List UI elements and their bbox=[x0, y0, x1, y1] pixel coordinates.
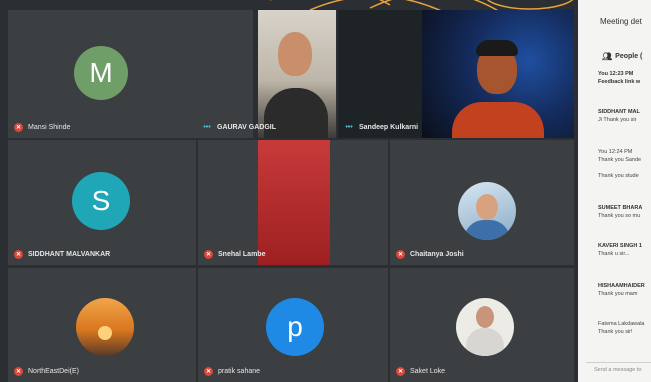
message-sender: HISHAAMHAIDER bbox=[598, 283, 645, 289]
participant-name-label: ✕ SIDDHANT MALVANKAR bbox=[14, 250, 110, 259]
chat-message: SUMEET BHARA Thank you so mu bbox=[598, 204, 651, 220]
speaking-icon: ••• bbox=[345, 124, 353, 131]
message-sender: You 12:24 PM bbox=[598, 149, 633, 155]
person-body bbox=[466, 328, 504, 356]
message-text: Ji Thank you sir bbox=[598, 117, 637, 123]
video-feed bbox=[258, 10, 336, 138]
people-tab[interactable]: 👥︎ People ( bbox=[602, 52, 642, 61]
people-icon: 👥︎ bbox=[602, 52, 613, 61]
video-feed bbox=[422, 10, 574, 138]
message-text: Thank you Sande bbox=[598, 157, 642, 163]
video-feed bbox=[258, 140, 330, 265]
participant-name-label: ✕ Saket Loke bbox=[396, 367, 445, 376]
mic-off-icon: ✕ bbox=[14, 367, 23, 376]
person-hair bbox=[476, 40, 518, 56]
chat-message: Thank you stude bbox=[598, 172, 651, 180]
person-face bbox=[476, 306, 494, 328]
chat-message: SIDDHANT MAL Ji Thank you sir bbox=[598, 108, 651, 124]
person-head bbox=[278, 32, 312, 76]
avatar bbox=[458, 182, 516, 240]
mic-off-icon: ✕ bbox=[14, 123, 23, 132]
mic-off-icon: ✕ bbox=[396, 367, 405, 376]
participant-tile[interactable]: ••• Sandeep Kulkarni bbox=[338, 10, 574, 138]
message-text: Thank you so mu bbox=[598, 213, 641, 219]
participant-name-label: ••• Sandeep Kulkarni bbox=[344, 123, 418, 132]
participant-name-label: ✕ Mansi Shinde bbox=[14, 123, 70, 132]
message-text: Thank you mam bbox=[598, 291, 638, 297]
participant-name: Chaitanya Joshi bbox=[410, 251, 464, 258]
avatar: S bbox=[72, 172, 130, 230]
avatar bbox=[456, 298, 514, 356]
person-face bbox=[476, 194, 498, 220]
chat-message: You 12:24 PM Thank you Sande bbox=[598, 148, 651, 164]
avatar bbox=[76, 298, 134, 356]
message-sender: SUMEET BHARA bbox=[598, 205, 643, 211]
meeting-screen: M ✕ Mansi Shinde ••• GAURAV GADGIL ••• S… bbox=[0, 0, 651, 382]
chat-input[interactable]: Send a message to bbox=[586, 362, 651, 376]
message-text: Thank you stude bbox=[598, 173, 639, 179]
participant-tile[interactable]: S ✕ SIDDHANT MALVANKAR bbox=[8, 140, 196, 265]
participant-name-label: ••• GAURAV GADGIL bbox=[202, 123, 276, 132]
participant-name-label: ✕ Snehal Lambe bbox=[204, 250, 265, 259]
mic-off-icon: ✕ bbox=[204, 250, 213, 259]
participant-name: GAURAV GADGIL bbox=[217, 124, 276, 131]
avatar: M bbox=[74, 46, 128, 100]
panel-title: Meeting det bbox=[600, 17, 642, 26]
sun-shape bbox=[98, 326, 112, 340]
participant-tile[interactable]: ••• GAURAV GADGIL bbox=[196, 10, 336, 138]
message-sender: Fatema Lakdawala bbox=[598, 321, 645, 327]
participant-name: NorthEastDei(E) bbox=[28, 368, 79, 375]
mic-off-icon: ✕ bbox=[14, 250, 23, 259]
message-text: Thank u sir... bbox=[598, 251, 630, 257]
meeting-details-panel: Meeting det 👥︎ People ( You 12:23 PM Fee… bbox=[578, 0, 651, 382]
participant-tile[interactable]: ✕ Snehal Lambe bbox=[198, 140, 388, 265]
message-sender: You 12:23 PM bbox=[598, 71, 634, 77]
participant-tile[interactable]: ✕ Chaitanya Joshi bbox=[390, 140, 574, 265]
video-grid: M ✕ Mansi Shinde ••• GAURAV GADGIL ••• S… bbox=[8, 10, 574, 382]
participant-name: SIDDHANT MALVANKAR bbox=[28, 251, 111, 258]
participant-name: Saket Loke bbox=[410, 368, 446, 375]
person-body bbox=[464, 220, 510, 240]
participant-name-label: ✕ Chaitanya Joshi bbox=[396, 250, 464, 259]
participant-name: Mansi Shinde bbox=[28, 124, 71, 131]
message-text: Thank you sir! bbox=[598, 329, 633, 335]
message-text: Feedback link w bbox=[598, 79, 641, 85]
chat-message: HISHAAMHAIDER Thank you mam bbox=[598, 282, 651, 298]
person-body bbox=[452, 102, 544, 138]
people-tab-label: People ( bbox=[615, 53, 643, 60]
participant-tile[interactable]: ✕ NorthEastDei(E) bbox=[8, 268, 196, 382]
chat-message: Fatema Lakdawala Thank you sir! bbox=[598, 320, 651, 336]
participant-tile[interactable]: ✕ Saket Loke bbox=[390, 268, 574, 382]
participant-name-label: ✕ pratik sahane bbox=[204, 367, 260, 376]
mic-off-icon: ✕ bbox=[204, 367, 213, 376]
chat-message: KAVERI SINGH 1 Thank u sir... bbox=[598, 242, 651, 258]
participant-name: Sandeep Kulkarni bbox=[359, 124, 419, 131]
message-sender: SIDDHANT MAL bbox=[598, 109, 640, 115]
participant-name: pratik sahane bbox=[218, 368, 261, 375]
chat-message: You 12:23 PM Feedback link w bbox=[598, 70, 651, 86]
avatar: p bbox=[266, 298, 324, 356]
participant-name: Snehal Lambe bbox=[218, 251, 266, 258]
participant-tile[interactable]: p ✕ pratik sahane bbox=[198, 268, 388, 382]
participant-name-label: ✕ NorthEastDei(E) bbox=[14, 367, 79, 376]
message-sender: KAVERI SINGH 1 bbox=[598, 243, 642, 249]
mic-off-icon: ✕ bbox=[396, 250, 405, 259]
speaking-icon: ••• bbox=[203, 124, 211, 131]
